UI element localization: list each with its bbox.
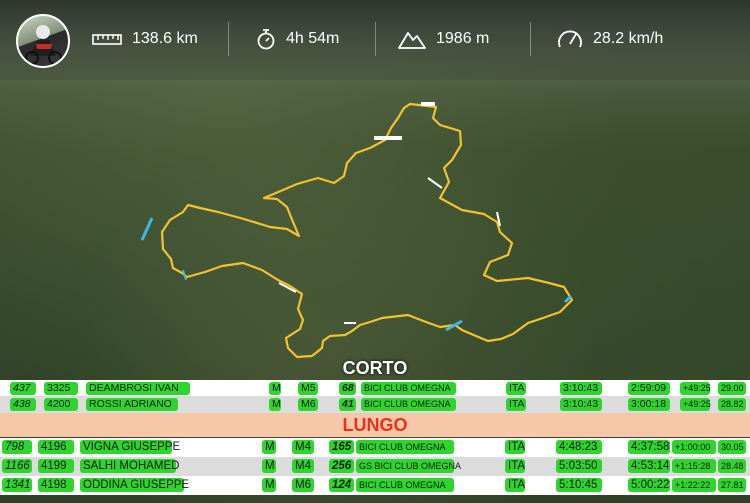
position-cell: 1166 [2, 459, 32, 473]
category-position-cell: 165 [329, 440, 354, 454]
speed-value: 28.2 km/h [593, 30, 664, 47]
checkpoint-marker [427, 177, 443, 189]
gap-cell: +49:25 [680, 398, 711, 411]
team-cell: BICI CLUB OMEGNA [356, 440, 454, 454]
gap-cell: +1:00:00 [672, 440, 716, 454]
distance-stat: 138.6 km [92, 22, 198, 56]
speed-stat: 28.2 km/h [557, 22, 663, 56]
elevation-stat: 1986 m [398, 22, 489, 56]
category-cell: M4 [292, 440, 314, 454]
rider-avatar[interactable] [16, 14, 70, 68]
duration-value: 4h 54m [286, 30, 340, 47]
elevation-value: 1986 m [436, 30, 490, 47]
name-cell: VIGNA GIUSEPPE [80, 440, 180, 454]
table-row[interactable]: 438 4200 ROSSI ADRIANO M M6 41 BICI CLUB… [0, 396, 750, 413]
team-cell: BICI CLUB OMEGNA [361, 398, 456, 411]
team-cell: BICI CLUB OMEGNA [356, 478, 454, 492]
ruler-icon [92, 32, 122, 46]
avatar-image [25, 25, 62, 65]
speed-cell: 28.48 [718, 459, 746, 473]
speed-cell: 28.82 [718, 398, 746, 411]
category-cell: M4 [292, 459, 314, 473]
name-cell: SALHI MOHAMED [80, 459, 180, 473]
mountain-icon [398, 29, 426, 49]
time-cell: 5:03:50 [556, 459, 602, 473]
net-time-cell: 2:59:09 [628, 382, 670, 395]
position-cell: 798 [2, 440, 32, 454]
name-cell: DEAMBROSI IVAN [86, 382, 190, 395]
nation-cell: ITA [505, 478, 525, 492]
sex-cell: M [269, 398, 281, 411]
lungo-title: LUNGO [342, 415, 408, 435]
table-row[interactable]: 437 3325 DEAMBROSI IVAN M M5 68 BICI CLU… [0, 380, 750, 397]
category-cell: M6 [292, 478, 314, 492]
position-cell: 437 [10, 382, 36, 395]
net-time-cell: 4:53:14 [628, 459, 670, 473]
activity-stats-bar: 138.6 km 4h 54m 1986 m 28.2 km/h [0, 0, 750, 80]
gap-cell: +49:25 [680, 382, 711, 395]
time-cell: 5:10:45 [556, 478, 602, 492]
stat-divider [375, 22, 376, 56]
checkpoint-marker [421, 102, 435, 106]
name-cell: ROSSI ADRIANO [86, 398, 178, 411]
name-cell: ODDINA GIUSEPPE [80, 478, 189, 492]
speed-cell: 29.00 [718, 382, 746, 395]
nation-cell: ITA [505, 459, 525, 473]
nation-cell: ITA [505, 440, 525, 454]
duration-stat: 4h 54m [256, 22, 339, 56]
time-cell: 3:10:43 [560, 398, 602, 411]
category-cell: M6 [298, 398, 318, 411]
team-cell: BICI CLUB OMEGNA [361, 382, 456, 395]
net-time-cell: 4:37:58 [628, 440, 670, 454]
category-position-cell: 256 [329, 459, 354, 473]
net-time-cell: 5:00:22 [628, 478, 670, 492]
bib-cell: 4198 [38, 478, 74, 492]
checkpoint-marker [374, 136, 402, 140]
sex-cell: M [269, 382, 281, 395]
table-row[interactable]: 1166 4199 SALHI MOHAMED M M4 256 GS BICI… [0, 457, 750, 476]
category-cell: M5 [298, 382, 318, 395]
sex-cell: M [262, 440, 276, 454]
gap-cell: +1:15:28 [672, 459, 716, 473]
checkpoint-marker [140, 217, 154, 241]
position-cell: 1341 [2, 478, 32, 492]
bib-cell: 4200 [44, 398, 78, 411]
time-cell: 3:10:43 [560, 382, 602, 395]
nation-cell: ITA [506, 382, 526, 395]
bib-cell: 4199 [38, 459, 74, 473]
gap-cell: +1:22:22 [672, 478, 716, 492]
time-cell: 4:48:23 [556, 440, 602, 454]
bib-cell: 3325 [44, 382, 78, 395]
distance-value: 138.6 km [132, 30, 198, 47]
category-position-cell: 68 [339, 382, 356, 395]
category-position-cell: 124 [329, 478, 354, 492]
route-path [160, 102, 574, 359]
speedometer-icon [557, 27, 583, 51]
stat-divider [228, 22, 229, 56]
position-cell: 438 [10, 398, 36, 411]
sex-cell: M [262, 459, 276, 473]
table-row[interactable]: 1341 4198 ODDINA GIUSEPPE M M6 124 BICI … [0, 476, 750, 495]
net-time-cell: 3:00:18 [628, 398, 670, 411]
checkpoint-markers [140, 102, 573, 332]
stat-divider [530, 22, 531, 56]
speed-cell: 27.81 [718, 478, 746, 492]
nation-cell: ITA [506, 398, 526, 411]
stopwatch-icon [256, 28, 276, 50]
team-cell: GS BICI CLUB OMEGNA [356, 459, 461, 473]
corto-title: CORTO [342, 358, 408, 378]
category-position-cell: 41 [339, 398, 356, 411]
table-row[interactable]: 798 4196 VIGNA GIUSEPPE M M4 165 BICI CL… [0, 438, 750, 457]
bib-cell: 4196 [38, 440, 74, 454]
speed-cell: 30.05 [718, 440, 746, 454]
sex-cell: M [262, 478, 276, 492]
